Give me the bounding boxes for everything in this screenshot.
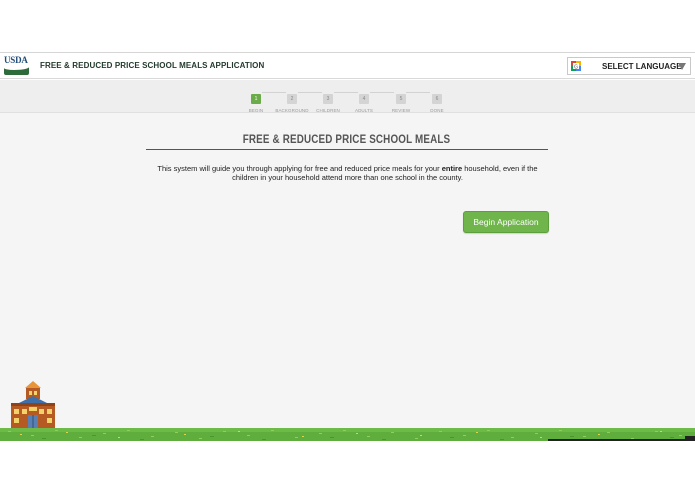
school-building-icon — [11, 381, 55, 429]
step-review: 5 REVIEW — [381, 87, 421, 113]
intro-description: This system will guide you through apply… — [145, 164, 550, 182]
page-title: FREE & REDUCED PRICE SCHOOL MEALS — [242, 132, 451, 146]
progress-steps: 1 BEGIN 2 BACKGROUND 3 CHILDREN 4 ADULTS… — [0, 80, 695, 113]
step-number: 3 — [323, 94, 333, 104]
step-begin: 1 BEGIN — [236, 87, 276, 113]
step-number: 1 — [251, 94, 261, 104]
svg-text:G: G — [574, 64, 578, 70]
step-done: 6 DONE — [417, 87, 457, 113]
step-adults: 4 ADULTS — [344, 87, 384, 113]
language-label: SELECT LANGUAGE — [602, 62, 682, 71]
step-background: 2 BACKGROUND — [272, 87, 312, 113]
step-number: 2 — [287, 94, 297, 104]
main-content: FREE & REDUCED PRICE SCHOOL MEALS This s… — [0, 113, 695, 429]
language-selector[interactable]: G SELECT LANGUAGE — [567, 57, 691, 75]
app-header: USDA FREE & REDUCED PRICE SCHOOL MEALS A… — [0, 52, 695, 79]
chevron-down-icon — [678, 63, 686, 70]
google-translate-icon: G — [571, 61, 581, 71]
begin-application-button[interactable]: Begin Application — [463, 211, 549, 233]
bottom-blank-area — [0, 441, 695, 494]
step-children: 3 CHILDREN — [308, 87, 348, 113]
step-number: 6 — [432, 94, 442, 104]
usda-logo-text: USDA — [4, 55, 28, 65]
title-divider — [146, 149, 548, 150]
app-title: FREE & REDUCED PRICE SCHOOL MEALS APPLIC… — [40, 61, 265, 70]
usda-logo[interactable]: USDA — [4, 56, 29, 76]
step-number: 4 — [359, 94, 369, 104]
top-blank-area — [0, 0, 695, 52]
usda-logo-arc — [4, 65, 29, 75]
step-number: 5 — [396, 94, 406, 104]
